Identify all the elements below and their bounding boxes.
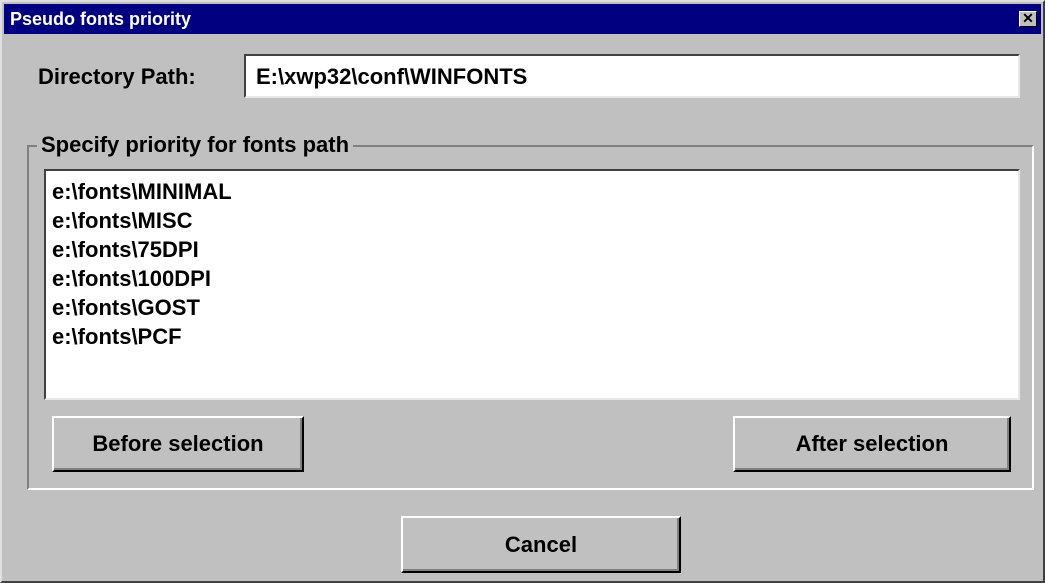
list-item[interactable]: e:\fonts\GOST [52,293,1018,322]
directory-path-field[interactable]: E:\xwp32\conf\WINFONTS [244,54,1020,98]
list-item[interactable]: e:\fonts\MISC [52,206,1018,235]
after-selection-button[interactable]: After selection [733,416,1011,472]
dialog-window: Pseudo fonts priority ✕ Directory Path: … [0,0,1045,583]
before-selection-button[interactable]: Before selection [52,416,304,472]
fonts-path-listbox[interactable]: e:\fonts\MINIMAL e:\fonts\MISC e:\fonts\… [44,169,1020,400]
directory-path-label: Directory Path: [38,64,196,89]
window-title: Pseudo fonts priority [10,9,192,29]
list-item[interactable]: e:\fonts\75DPI [52,235,1018,264]
list-item[interactable]: e:\fonts\100DPI [52,264,1018,293]
title-bar[interactable]: Pseudo fonts priority ✕ [4,4,1041,34]
cancel-button[interactable]: Cancel [401,516,681,573]
close-icon[interactable]: ✕ [1019,11,1037,27]
list-item[interactable]: e:\fonts\MINIMAL [52,177,1018,206]
fonts-priority-group-label: Specify priority for fonts path [37,132,354,158]
list-item[interactable]: e:\fonts\PCF [52,322,1018,351]
